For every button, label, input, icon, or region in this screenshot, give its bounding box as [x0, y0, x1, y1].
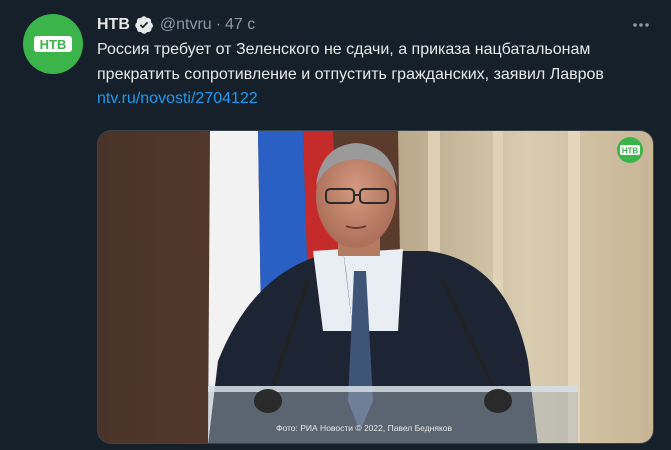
account-handle[interactable]: @ntvru	[160, 16, 212, 34]
watermark-logo-text: НТВ	[622, 147, 639, 156]
avatar-logo-text: НТВ	[40, 37, 67, 52]
ntv-watermark-icon: НТВ	[620, 145, 640, 156]
photo-image	[98, 131, 653, 443]
photo-credit: Фото: РИА Новости © 2022, Павел Бедняков	[276, 423, 453, 433]
account-name[interactable]: НТВ	[97, 16, 130, 34]
header-separator: ·	[215, 16, 222, 33]
ntv-logo-icon: НТВ	[34, 36, 72, 52]
avatar[interactable]: НТВ	[23, 14, 83, 74]
tweet-link[interactable]: ntv.ru/novosti/2704122	[97, 90, 258, 107]
more-options-icon	[633, 23, 649, 27]
tweet[interactable]: НТВ НТВ @ntvru · 47 с Россия требует от …	[0, 0, 671, 450]
tweet-body: Россия требует от Зеленского не сдачи, а…	[97, 41, 604, 83]
tweet-text: Россия требует от Зеленского не сдачи, а…	[97, 38, 637, 112]
verified-badge-icon	[135, 16, 153, 34]
more-options-button[interactable]	[629, 14, 653, 36]
tweet-header: НТВ @ntvru · 47 с	[97, 14, 255, 36]
tweet-timestamp[interactable]: 47 с	[225, 16, 255, 34]
tweet-photo[interactable]: НТВ Фото: РИА Новости © 2022, Павел Бедн…	[97, 130, 654, 444]
ntv-watermark: НТВ	[617, 137, 643, 163]
